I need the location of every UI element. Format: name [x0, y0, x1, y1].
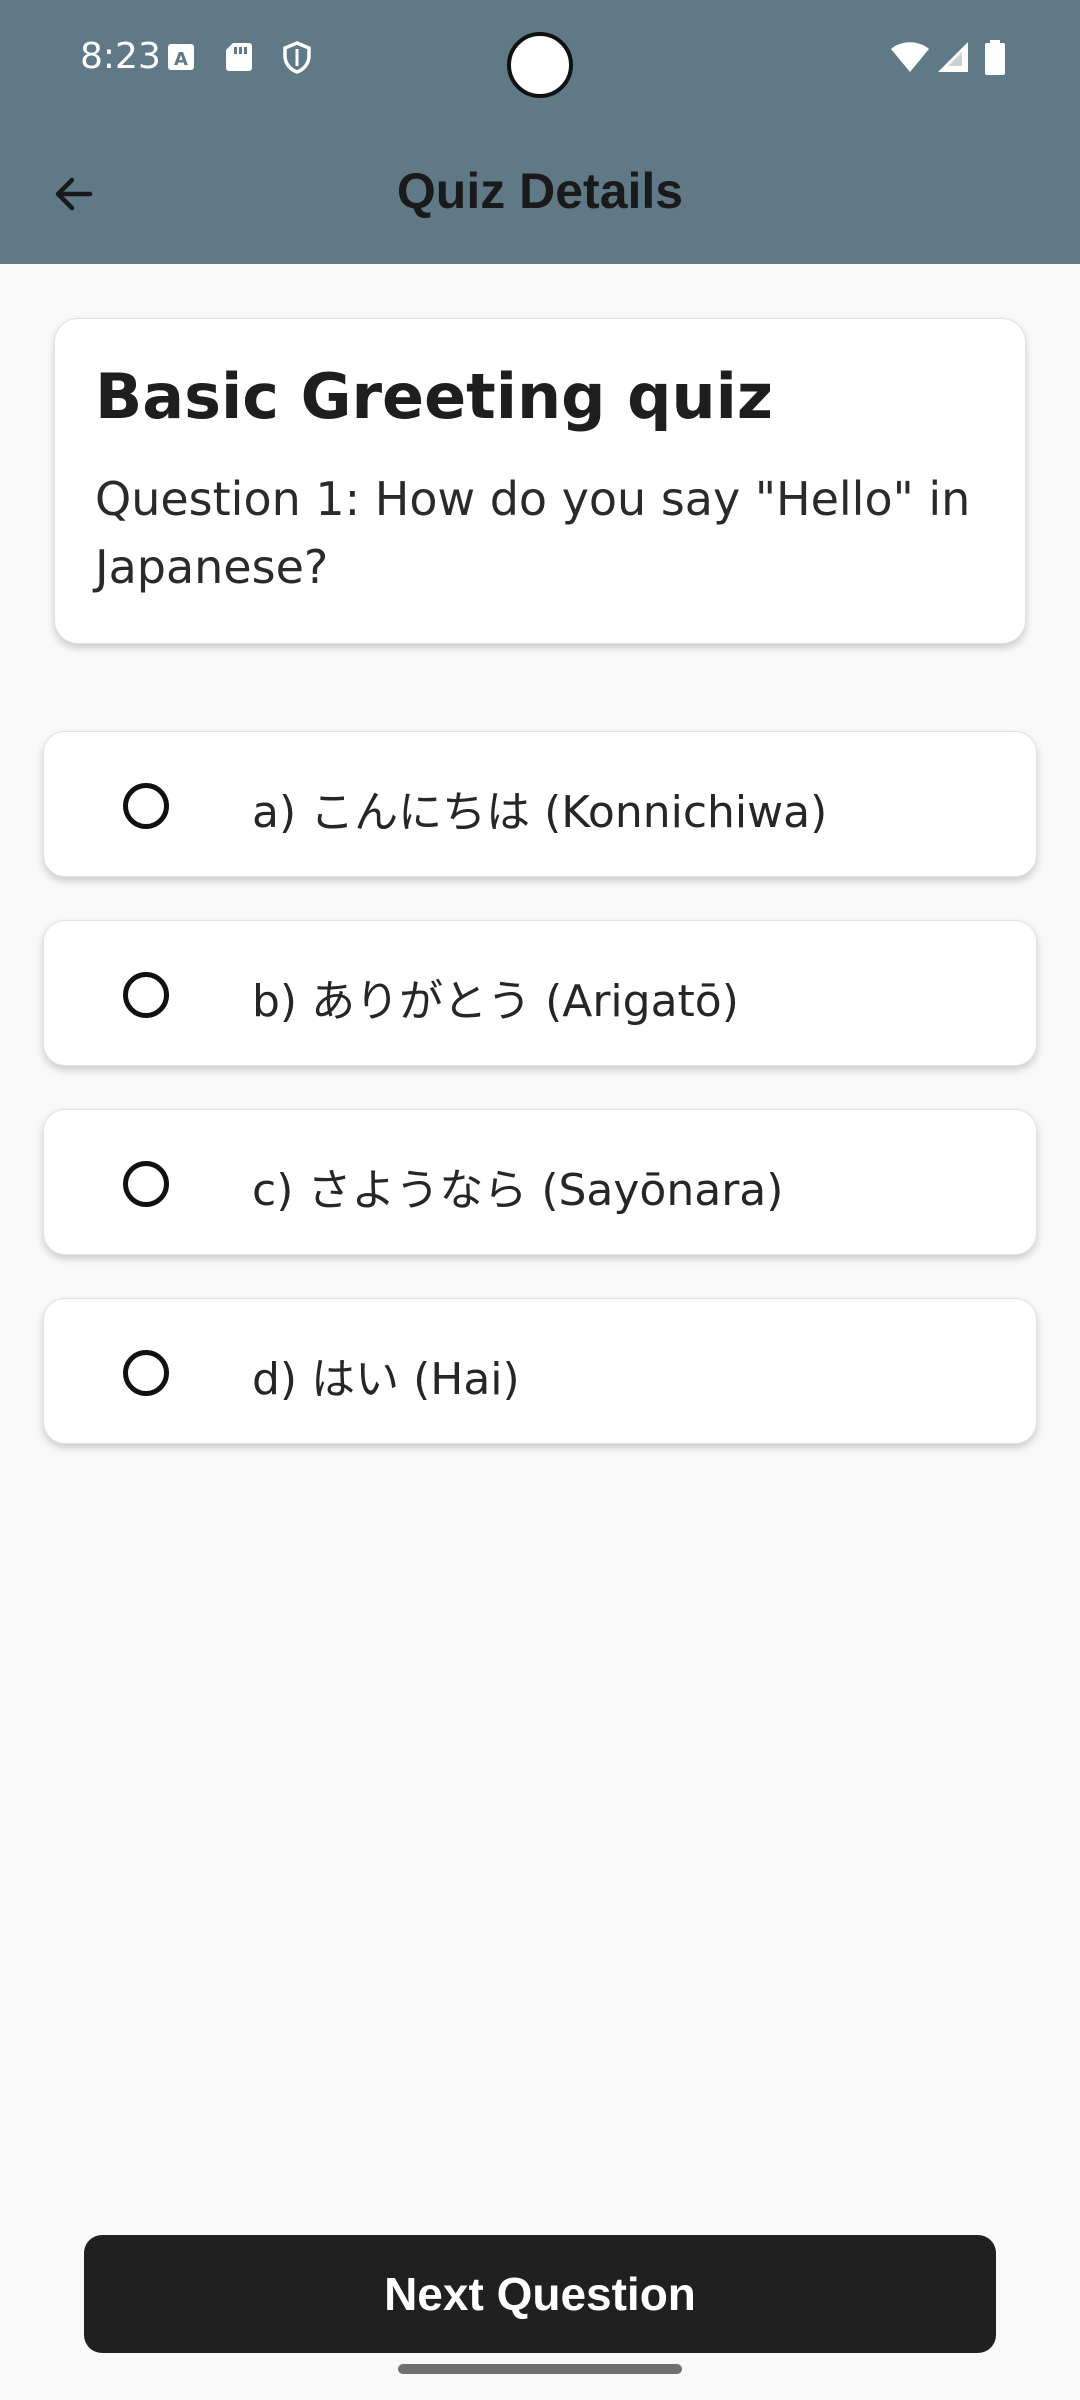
page-title: Quiz Details: [396, 163, 684, 219]
status-time: 8:23: [80, 36, 161, 77]
question-text: Question 1: How do you say "Hello" in Ja…: [95, 472, 971, 595]
font-a-icon: A: [164, 40, 198, 74]
answer-option-b[interactable]: b) ありがとう (Arigatō): [43, 920, 1037, 1066]
answer-option-c[interactable]: c) さようなら (Sayōnara): [43, 1109, 1037, 1255]
status-bar: 8:23 A: [0, 0, 1080, 118]
answer-option-label: c) さようなら (Sayōnara): [252, 1165, 784, 1216]
answer-option-a[interactable]: a) こんにちは (Konnichiwa): [43, 731, 1037, 877]
gesture-nav-handle[interactable]: [398, 2364, 682, 2374]
wifi-icon: [890, 40, 930, 74]
question-card: Basic Greeting quiz Question 1: How do y…: [54, 318, 1026, 644]
svg-text:A: A: [174, 49, 188, 70]
answer-option-label: b) ありがとう (Arigatō): [252, 976, 739, 1027]
radio-button[interactable]: [123, 972, 169, 1018]
app-bar: Quiz Details: [0, 118, 1080, 264]
cell-signal-icon: [936, 40, 970, 74]
radio-button[interactable]: [123, 1161, 169, 1207]
top-header: 8:23 A Quiz Details: [0, 0, 1080, 264]
sd-card-icon: [222, 40, 256, 74]
shield-icon: [280, 40, 314, 74]
answer-option-label: a) こんにちは (Konnichiwa): [252, 787, 828, 838]
answer-option-label: d) はい (Hai): [252, 1354, 520, 1405]
radio-button[interactable]: [123, 783, 169, 829]
next-question-button[interactable]: Next Question: [84, 2235, 996, 2353]
answer-option-d[interactable]: d) はい (Hai): [43, 1298, 1037, 1444]
battery-icon: [982, 40, 1008, 75]
radio-button[interactable]: [123, 1350, 169, 1396]
quiz-details-screen: 8:23 A Quiz Details Basic Greeting quiz …: [0, 0, 1080, 2400]
quiz-title: Basic Greeting quiz: [95, 360, 774, 433]
camera-cutout: [507, 32, 573, 98]
